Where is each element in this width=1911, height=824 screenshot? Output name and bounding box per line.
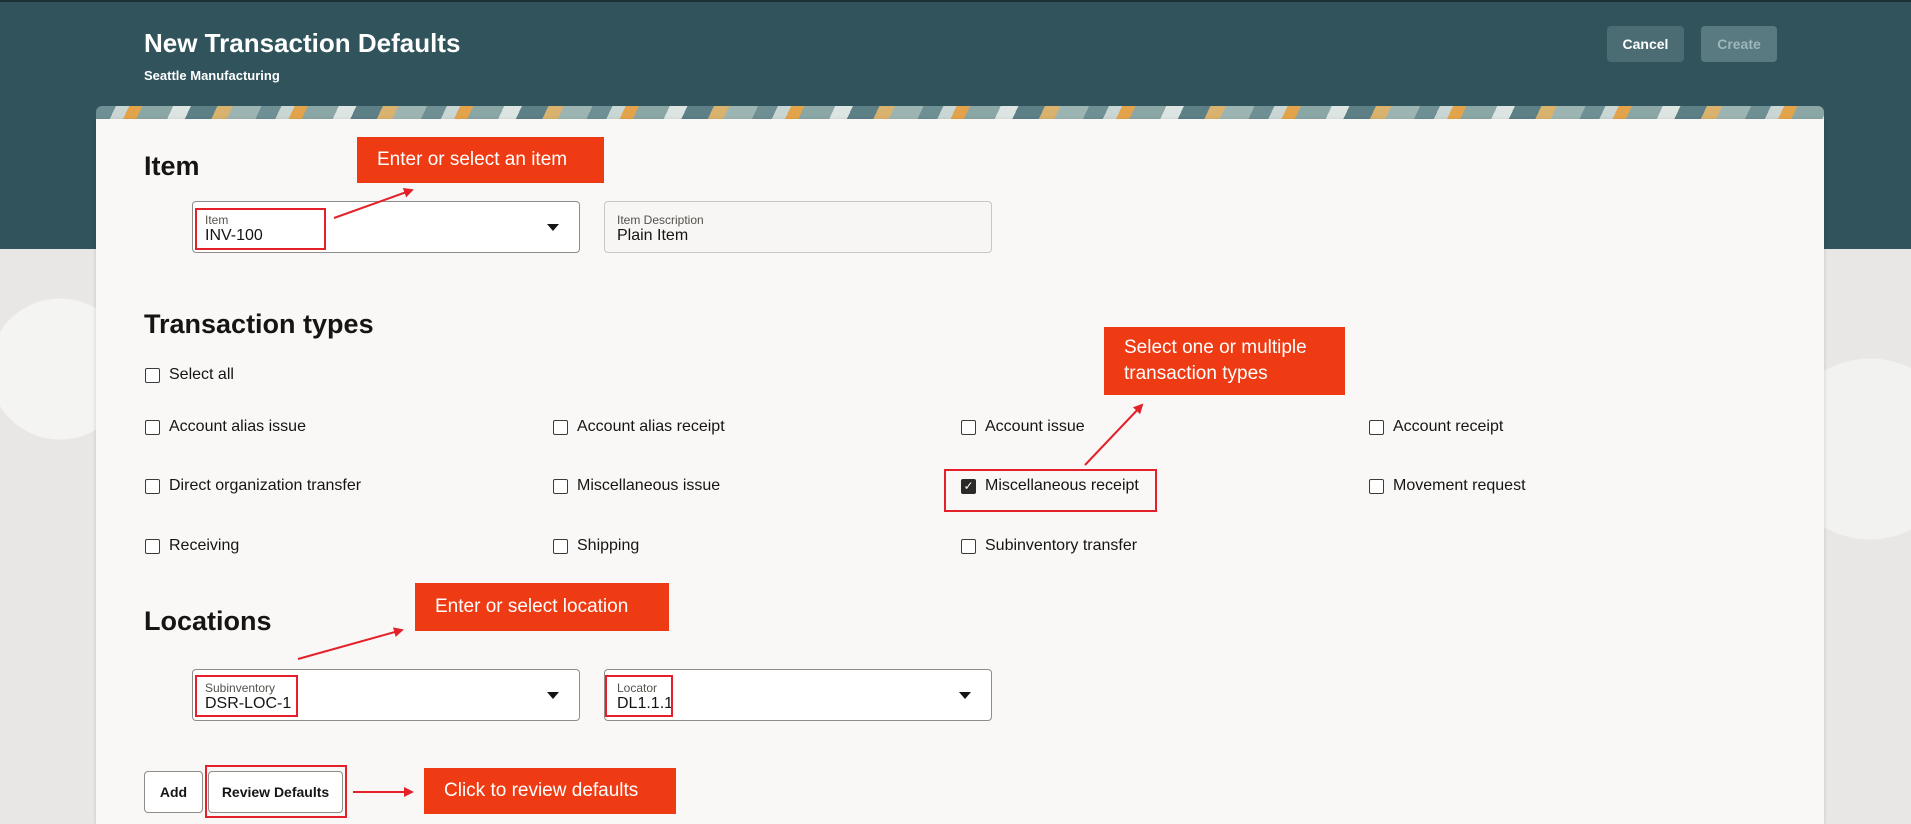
item-section-title: Item bbox=[144, 151, 200, 181]
checkbox-icon[interactable] bbox=[1369, 478, 1384, 494]
checkbox-label: Account alias receipt bbox=[577, 418, 725, 435]
checkbox-account-receipt[interactable]: Account receipt bbox=[1369, 418, 1503, 436]
checkbox-icon[interactable] bbox=[961, 419, 976, 435]
locator-label: Locator bbox=[617, 681, 658, 695]
cancel-button[interactable]: Cancel bbox=[1607, 26, 1684, 62]
transaction-types-title: Transaction types bbox=[144, 309, 374, 339]
locator-field[interactable]: Locator DL1.1.1 bbox=[604, 669, 992, 721]
checkbox-icon[interactable] bbox=[145, 367, 160, 383]
checkbox-shipping[interactable]: Shipping bbox=[553, 537, 639, 555]
checkbox-receiving[interactable]: Receiving bbox=[145, 537, 239, 555]
checkbox-label: Account issue bbox=[985, 418, 1085, 435]
item-field[interactable]: Item INV-100 bbox=[192, 201, 580, 253]
checkbox-icon[interactable] bbox=[553, 478, 568, 494]
chevron-down-icon[interactable] bbox=[547, 224, 559, 231]
checkbox-account-alias-issue[interactable]: Account alias issue bbox=[145, 418, 306, 436]
item-field-label: Item bbox=[205, 213, 229, 227]
chevron-down-icon[interactable] bbox=[959, 692, 971, 699]
page-subtitle: Seattle Manufacturing bbox=[144, 68, 280, 83]
checkbox-label: Account receipt bbox=[1393, 418, 1504, 435]
create-button[interactable]: Create bbox=[1701, 26, 1777, 62]
checkbox-label: Account alias issue bbox=[169, 418, 306, 435]
checkbox-label: Direct organization transfer bbox=[169, 477, 362, 494]
checkbox-label: Receiving bbox=[169, 537, 240, 554]
subinventory-label: Subinventory bbox=[205, 681, 276, 695]
review-defaults-button[interactable]: Review Defaults bbox=[208, 771, 343, 813]
callout-location: Enter or select location bbox=[415, 583, 669, 631]
checkbox-account-issue[interactable]: Account issue bbox=[961, 418, 1085, 436]
locations-title: Locations bbox=[144, 606, 272, 636]
callout-item: Enter or select an item bbox=[357, 137, 604, 183]
checkbox-movement-request[interactable]: Movement request bbox=[1369, 477, 1526, 495]
checkbox-label: Shipping bbox=[577, 537, 640, 554]
subinventory-field[interactable]: Subinventory DSR-LOC-1 bbox=[192, 669, 580, 721]
checkbox-miscellaneous-issue[interactable]: Miscellaneous issue bbox=[553, 477, 720, 495]
checkmark-icon[interactable]: ✓ bbox=[961, 478, 976, 494]
checkbox-direct-organization-transfer[interactable]: Direct organization transfer bbox=[145, 477, 361, 495]
checkbox-icon[interactable] bbox=[145, 478, 160, 494]
checkbox-icon[interactable] bbox=[145, 538, 160, 554]
item-description-value: Plain Item bbox=[617, 227, 689, 244]
checkbox-subinventory-transfer[interactable]: Subinventory transfer bbox=[961, 537, 1137, 555]
checkbox-label: Movement request bbox=[1393, 477, 1526, 494]
checkbox-icon[interactable] bbox=[1369, 419, 1384, 435]
checkbox-label: Miscellaneous issue bbox=[577, 477, 721, 494]
checkbox-account-alias-receipt[interactable]: Account alias receipt bbox=[553, 418, 725, 436]
chevron-down-icon[interactable] bbox=[547, 692, 559, 699]
item-field-value: INV-100 bbox=[205, 227, 263, 244]
select-all-checkbox[interactable]: Select all bbox=[145, 366, 234, 384]
checkbox-icon[interactable] bbox=[145, 419, 160, 435]
item-description-field: Item Description Plain Item bbox=[604, 201, 992, 253]
subinventory-value: DSR-LOC-1 bbox=[205, 695, 292, 712]
checkbox-miscellaneous-receipt[interactable]: ✓ Miscellaneous receipt bbox=[961, 477, 1139, 495]
item-description-label: Item Description bbox=[617, 213, 704, 227]
checkbox-icon[interactable] bbox=[553, 419, 568, 435]
callout-review: Click to review defaults bbox=[424, 768, 676, 814]
add-button[interactable]: Add bbox=[144, 771, 203, 813]
checkbox-label: Subinventory transfer bbox=[985, 537, 1138, 554]
locator-value: DL1.1.1 bbox=[617, 695, 674, 712]
select-all-label: Select all bbox=[169, 366, 234, 383]
callout-transaction-types: Select one or multiple transaction types bbox=[1104, 327, 1345, 395]
page-title: New Transaction Defaults bbox=[144, 28, 461, 58]
checkbox-icon[interactable] bbox=[553, 538, 568, 554]
checkbox-label: Miscellaneous receipt bbox=[985, 477, 1139, 494]
decorative-banner bbox=[96, 106, 1824, 120]
checkbox-icon[interactable] bbox=[961, 538, 976, 554]
